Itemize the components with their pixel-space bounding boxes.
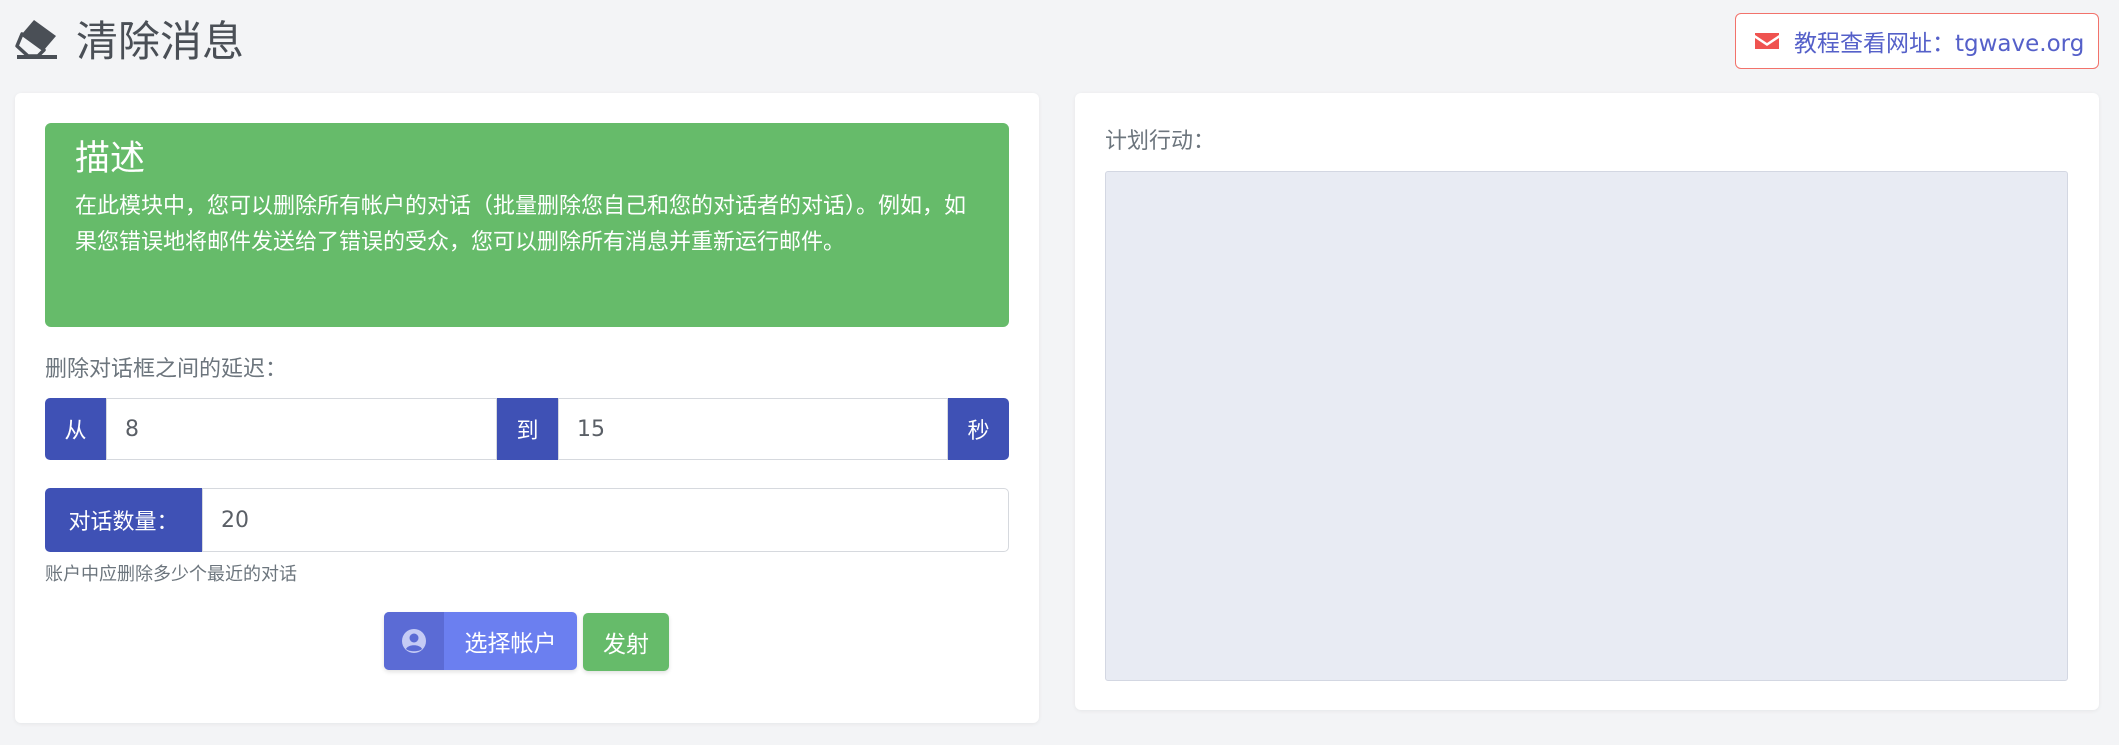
delay-from-value[interactable] <box>125 416 496 442</box>
tutorial-link-button[interactable]: 教程查看网址：tgwave.org <box>1735 13 2099 69</box>
description-box: 描述 在此模块中，您可以删除所有帐户的对话（批量删除您自己和您的对话者的对话）。… <box>45 123 1009 327</box>
tutorial-link-label: 教程查看网址：tgwave.org <box>1794 31 2085 57</box>
select-accounts-button[interactable]: 选择帐户 <box>384 612 577 670</box>
launch-button[interactable]: 发射 <box>583 613 669 671</box>
dialog-count-help: 账户中应删除多少个最近的对话 <box>45 564 297 585</box>
plan-actions-area[interactable] <box>1105 171 2068 681</box>
user-circle-icon <box>384 612 444 670</box>
dialog-count-input[interactable] <box>202 488 1009 552</box>
eraser-icon <box>14 16 60 60</box>
plan-panel: 计划行动： <box>1075 93 2099 710</box>
delay-from-addon: 从 <box>45 398 106 460</box>
delay-to-input[interactable] <box>558 398 948 460</box>
delay-unit-addon: 秒 <box>948 398 1009 460</box>
mail-icon <box>1754 31 1780 51</box>
plan-label: 计划行动： <box>1105 129 1216 154</box>
delay-from-input[interactable] <box>106 398 497 460</box>
delay-to-value[interactable] <box>577 416 947 442</box>
delay-to-addon: 到 <box>497 398 558 460</box>
page-header: 清除消息 教程查看网址：tgwave.org <box>0 0 2119 80</box>
page-title: 清除消息 <box>14 8 244 68</box>
dialog-count-value[interactable] <box>221 507 1008 533</box>
description-text: 在此模块中，您可以删除所有帐户的对话（批量删除您自己和您的对话者的对话）。例如，… <box>75 194 967 255</box>
delay-label: 删除对话框之间的延迟： <box>45 357 288 382</box>
description-title: 描述 <box>75 139 146 179</box>
settings-panel: 描述 在此模块中，您可以删除所有帐户的对话（批量删除您自己和您的对话者的对话）。… <box>15 93 1039 723</box>
page-title-text: 清除消息 <box>76 16 245 66</box>
select-accounts-label: 选择帐户 <box>464 631 557 657</box>
dialog-count-addon: 对话数量： <box>45 488 202 552</box>
